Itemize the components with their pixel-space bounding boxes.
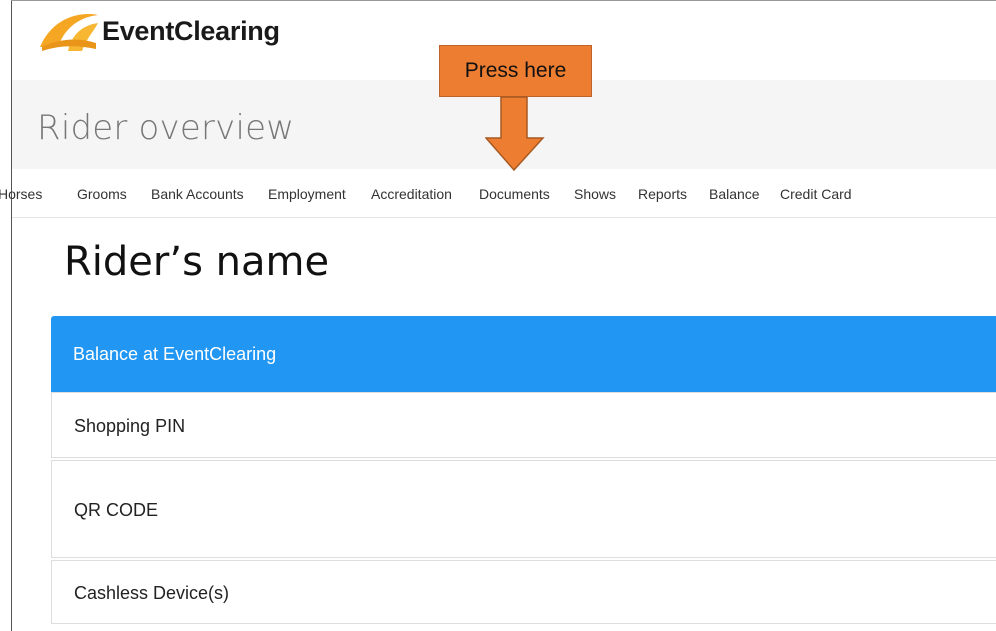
nav-item-horses[interactable]: Horses	[0, 186, 42, 202]
shopping-pin-label: Shopping PIN	[74, 416, 186, 436]
page-title: Rider overview	[37, 108, 295, 148]
nav-divider	[12, 217, 996, 218]
arrow-down-icon	[485, 96, 545, 172]
nav-item-accreditation[interactable]: Accreditation	[371, 186, 452, 202]
qr-code-panel[interactable]: QR CODE	[51, 460, 996, 558]
eventclearing-logo-icon	[40, 14, 98, 51]
frame-border-top	[11, 0, 996, 1]
shopping-pin-panel[interactable]: Shopping PIN	[51, 392, 996, 458]
brand-name: EventClearing	[102, 15, 280, 46]
nav-item-balance[interactable]: Balance	[709, 186, 760, 202]
press-here-callout: Press here	[439, 45, 592, 97]
nav-item-grooms[interactable]: Grooms	[77, 186, 127, 202]
balance-panel-label: Balance at EventClearing	[73, 344, 277, 364]
nav-item-shows[interactable]: Shows	[574, 186, 616, 202]
cashless-devices-label: Cashless Device(s)	[74, 583, 230, 603]
nav-item-documents[interactable]: Documents	[479, 186, 550, 202]
cashless-devices-panel[interactable]: Cashless Device(s)	[51, 560, 996, 624]
qr-code-label: QR CODE	[74, 500, 159, 520]
nav-item-bank-accounts[interactable]: Bank Accounts	[151, 186, 244, 202]
rider-name-heading: Rider’s name	[64, 239, 330, 285]
nav-item-reports[interactable]: Reports	[638, 186, 687, 202]
balance-panel-header[interactable]: Balance at EventClearing	[51, 316, 996, 392]
nav-item-employment[interactable]: Employment	[268, 186, 346, 202]
nav-item-credit-card[interactable]: Credit Card	[780, 186, 852, 202]
rider-nav: Horses Grooms Bank Accounts Employment A…	[0, 183, 996, 207]
brand-header[interactable]: EventClearing	[38, 6, 280, 56]
